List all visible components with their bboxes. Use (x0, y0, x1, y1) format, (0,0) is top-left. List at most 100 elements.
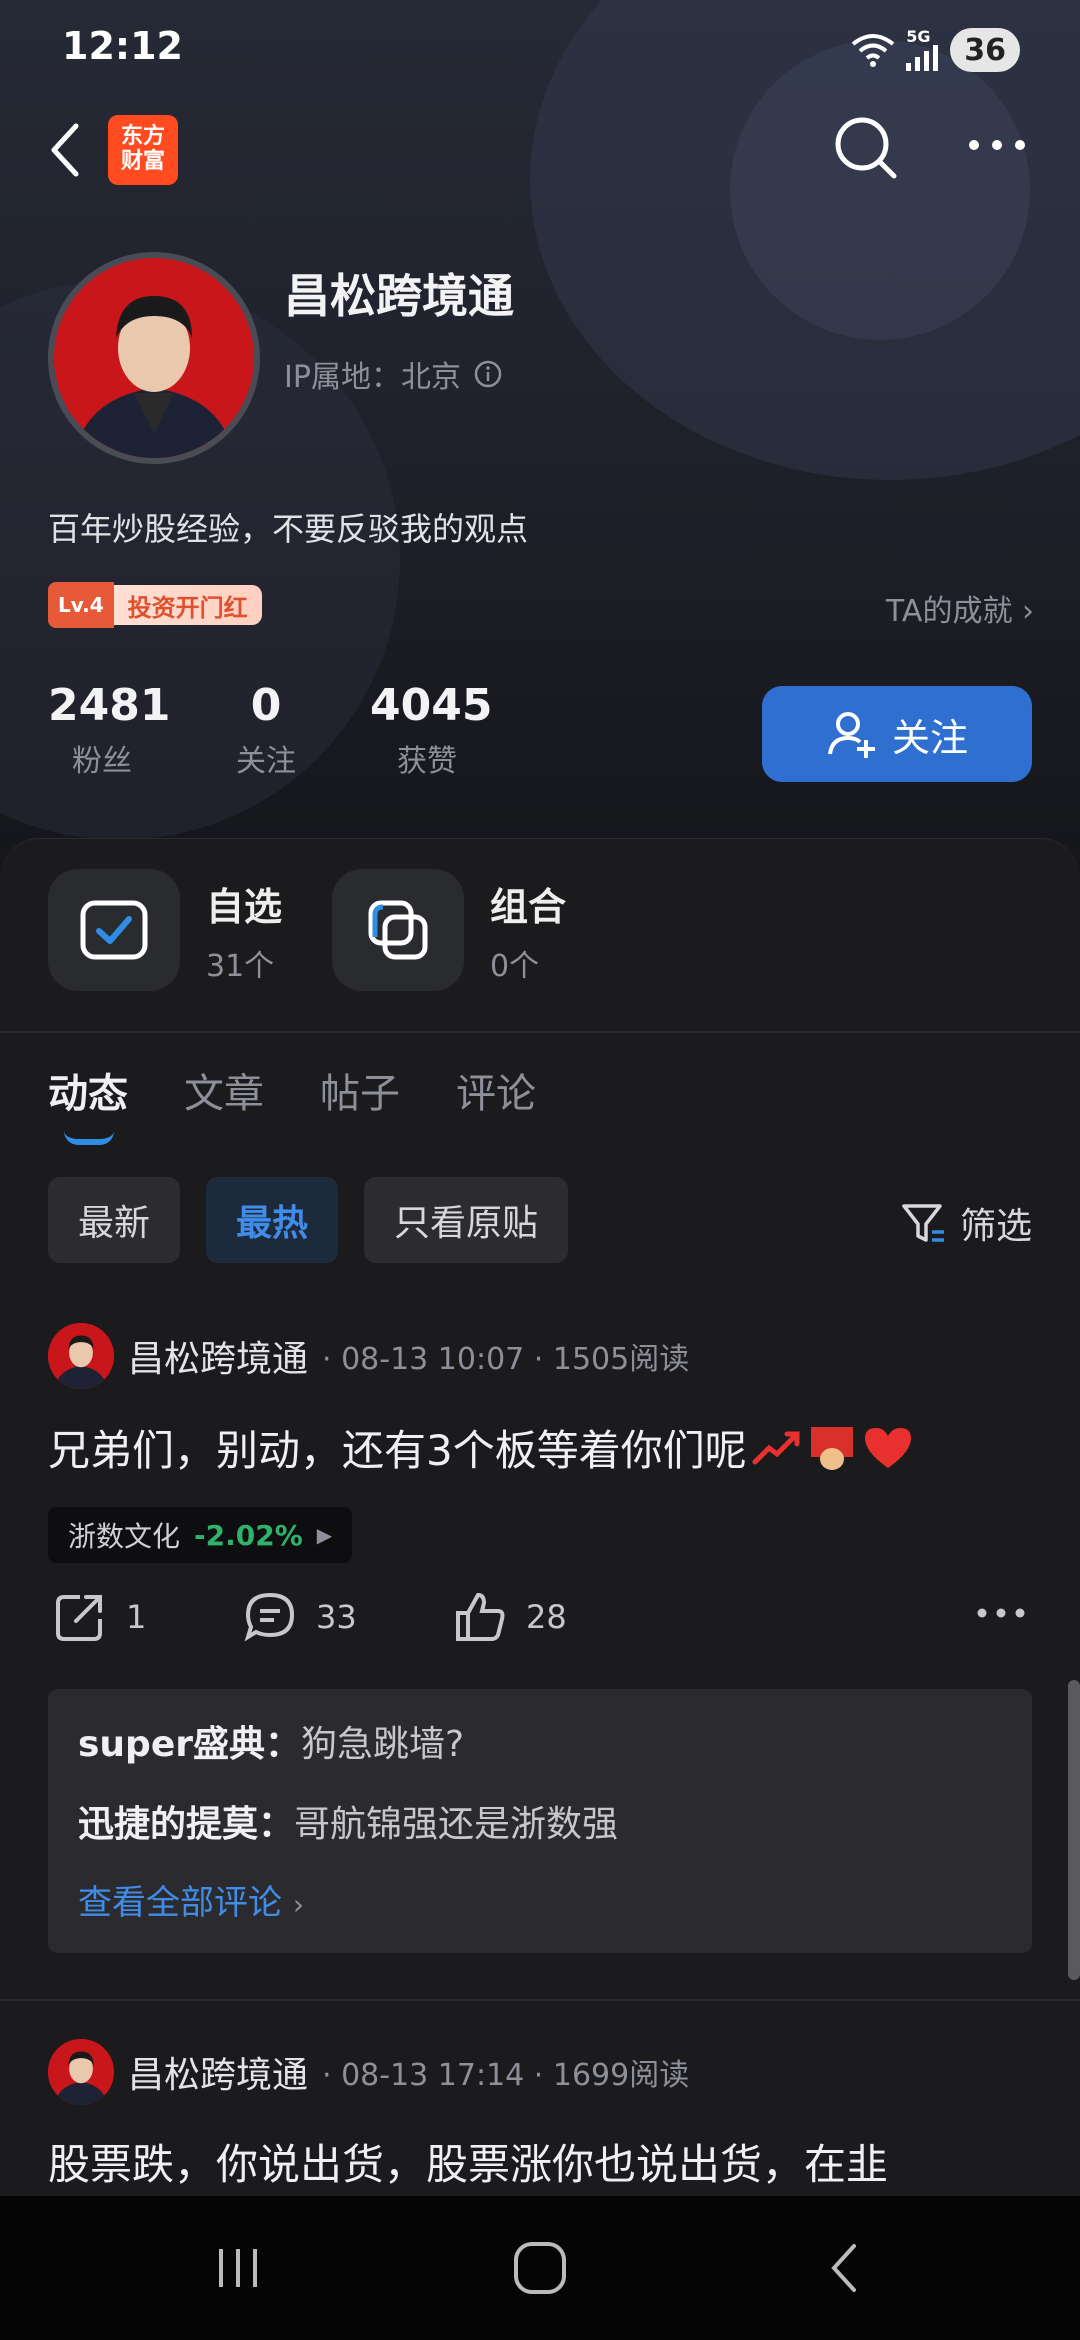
avatar-portrait-image (54, 258, 254, 458)
post-actions: 1 33 28 (48, 1589, 1032, 1659)
system-back-button[interactable] (804, 2232, 884, 2304)
back-button[interactable] (42, 116, 98, 184)
tab-comments[interactable]: 评论 (456, 1061, 536, 1119)
info-icon[interactable] (473, 359, 503, 389)
scrollbar[interactable] (1068, 1680, 1080, 1980)
stock-tag[interactable]: 浙数文化 -2.02% ▶ (48, 1507, 353, 1563)
like-button[interactable]: 28 (452, 1589, 567, 1645)
filter-original-only[interactable]: 只看原贴 (364, 1177, 569, 1263)
logo-text-1: 东方 (120, 124, 165, 149)
profile-username: 昌松跨境通 (284, 269, 514, 323)
comment-item: super盛典：狗急跳墙? (78, 1715, 464, 1767)
stat-label: 获赞 (397, 744, 457, 779)
tab-label: 动态 (48, 1071, 128, 1117)
recent-apps-button[interactable] (198, 2232, 278, 2304)
avatar-portrait-image (48, 2039, 114, 2105)
post-more-button[interactable] (974, 1603, 1028, 1623)
chevron-right-icon: › (1022, 594, 1034, 629)
stat-value: 4045 (370, 680, 493, 731)
level-badge[interactable]: Lv.4 投资开门红 (48, 582, 262, 628)
play-arrow-icon: ▶ (316, 1523, 333, 1547)
thumbs-up-icon (456, 1592, 505, 1641)
filter-button[interactable]: 筛选 (900, 1197, 1032, 1249)
stat-likes[interactable]: 4045 获赞 (370, 680, 493, 780)
post-author-avatar[interactable] (48, 2039, 114, 2105)
recent-apps-icon (219, 2249, 257, 2287)
filter-hottest[interactable]: 最热 (206, 1177, 339, 1263)
post-content[interactable]: 兄弟们，别动，还有3个板等着你们呢 (48, 1417, 915, 1478)
help-emoji-icon (810, 1426, 853, 1470)
post-divider (0, 1999, 1080, 2001)
tab-activity[interactable]: 动态 (48, 1061, 128, 1145)
ip-location-text: IP属地：北京 (284, 360, 461, 395)
share-button[interactable]: 1 (52, 1589, 146, 1645)
watchlist-card[interactable]: 自选 31个 (48, 869, 282, 991)
portfolio-count: 0个 (490, 948, 540, 984)
post-item[interactable]: 昌松跨境通 · 08-13 17:14 · 1699阅读 股票跌，你说出货，股票… (0, 2039, 1080, 2199)
follow-button-label: 关注 (891, 715, 968, 760)
more-options-button[interactable] (962, 125, 1032, 165)
comment-count: 33 (316, 1598, 357, 1636)
post-item[interactable]: 昌松跨境通 · 08-13 10:07 · 1505阅读 兄弟们，别动，还有3个… (0, 1323, 1080, 1953)
post-author-name[interactable]: 昌松跨境通 (128, 2046, 308, 2098)
profile-avatar[interactable] (48, 252, 260, 464)
achievements-link[interactable]: TA的成就 › (886, 586, 1034, 630)
post-header: 昌松跨境通 · 08-13 10:07 · 1505阅读 (48, 1323, 689, 1389)
signal-group: 5G (906, 29, 940, 71)
comment-user[interactable]: 迅捷的提莫： (78, 1804, 294, 1845)
level-tag: Lv.4 (48, 582, 114, 628)
tab-posts[interactable]: 帖子 (320, 1061, 400, 1119)
comment-user[interactable]: super盛典： (78, 1724, 301, 1765)
post-author-name[interactable]: 昌松跨境通 (128, 1330, 308, 1382)
post-text: 兄弟们，别动，还有3个板等着你们呢 (48, 1426, 747, 1475)
logo-text-2: 财富 (120, 149, 165, 174)
home-button[interactable] (500, 2232, 580, 2304)
tab-articles[interactable]: 文章 (184, 1061, 264, 1119)
avatar-portrait-image (48, 1323, 114, 1389)
post-text[interactable]: 股票跌，你说出货，股票涨你也说出货，在韭 (48, 2131, 888, 2192)
search-icon (835, 117, 897, 179)
achievements-label: TA的成就 (885, 594, 1013, 629)
comment-text: 狗急跳墙? (301, 1724, 465, 1765)
portfolio-icon-box (332, 869, 464, 991)
more-icon (977, 1608, 1025, 1618)
back-icon (831, 2244, 856, 2292)
add-user-icon (827, 712, 875, 758)
comment-text: 哥航锦强还是浙数强 (294, 1804, 619, 1845)
stat-label: 关注 (236, 744, 296, 779)
sort-filters: 最新 最热 只看原贴 (48, 1177, 569, 1263)
portfolio-info: 组合 0个 (490, 876, 566, 985)
comment-preview[interactable]: super盛典：狗急跳墙? 迅捷的提莫：哥航锦强还是浙数强 查看全部评论 › (48, 1689, 1032, 1953)
checkbox-icon (80, 900, 148, 960)
more-icon (969, 140, 1025, 150)
comment-icon (244, 1592, 295, 1642)
search-button[interactable] (830, 112, 900, 182)
view-all-comments-link[interactable]: 查看全部评论 › (78, 1875, 304, 1924)
stat-label: 粉丝 (72, 744, 132, 779)
filter-latest[interactable]: 最新 (48, 1177, 181, 1263)
back-arrow-icon (51, 123, 79, 177)
portfolio-title: 组合 (490, 884, 567, 929)
heart-emoji-icon (864, 1427, 911, 1468)
post-meta: · 08-13 17:14 · 1699阅读 (322, 2058, 690, 2093)
stat-following[interactable]: 0 关注 (226, 680, 306, 780)
share-icon (56, 1595, 102, 1641)
watchlist-count: 31个 (206, 948, 275, 984)
battery-indicator: 36 (950, 28, 1020, 72)
stat-value: 0 (250, 680, 282, 731)
chevron-right-icon: › (292, 1888, 305, 1921)
portfolio-icon (368, 900, 428, 960)
post-author-avatar[interactable] (48, 1323, 114, 1389)
follow-button[interactable]: 关注 (762, 686, 1032, 782)
signal-icon (906, 45, 939, 71)
watchlist-icon-box (48, 869, 180, 991)
stock-change: -2.02% (194, 1518, 303, 1552)
stat-fans[interactable]: 2481 粉丝 (48, 680, 170, 780)
portfolio-card[interactable]: 组合 0个 (332, 869, 566, 991)
content-tabs: 动态 文章 帖子 评论 (48, 1061, 536, 1145)
filter-button-label: 筛选 (959, 1206, 1032, 1247)
comment-button[interactable]: 33 (242, 1589, 357, 1645)
section-divider (0, 1031, 1080, 1033)
view-all-label: 查看全部评论 (78, 1883, 282, 1923)
filter-icon (902, 1204, 944, 1242)
